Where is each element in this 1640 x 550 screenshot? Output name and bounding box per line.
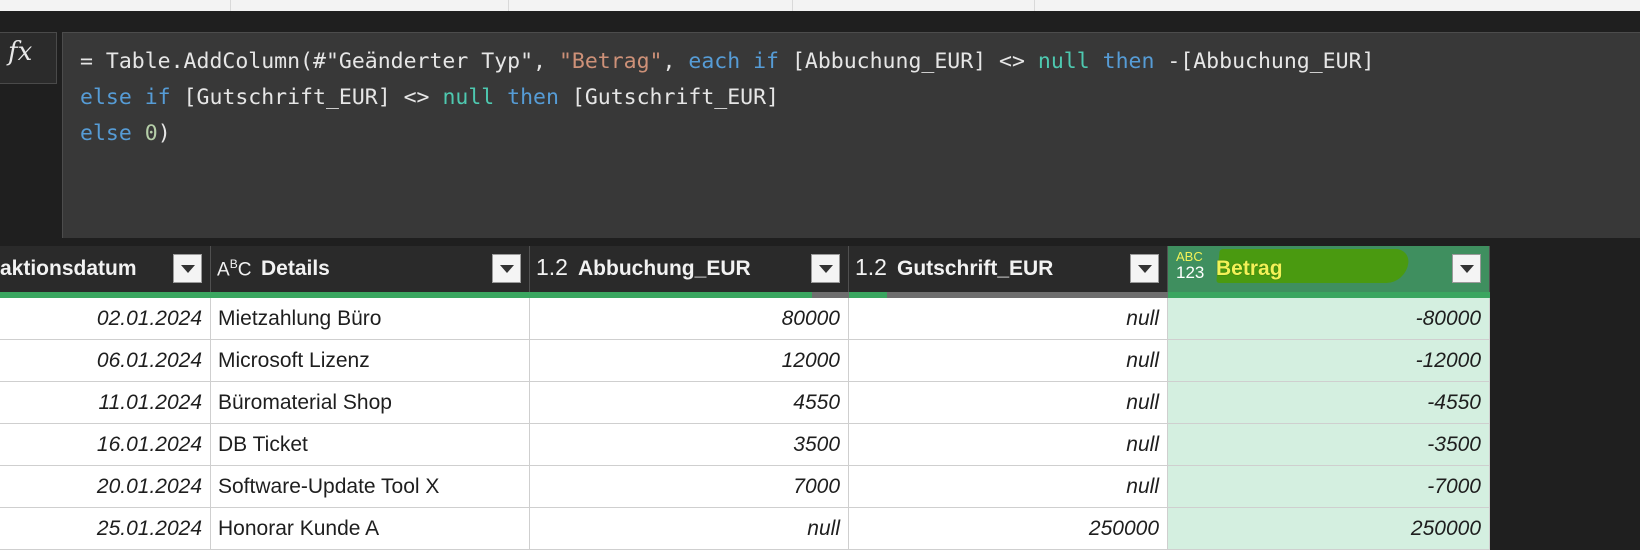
cell-gutschrift[interactable]: null	[849, 382, 1168, 424]
cell-datum[interactable]: 11.01.2024	[0, 382, 211, 424]
cell-details[interactable]: DB Ticket	[211, 424, 530, 466]
any-type-icon: ABC 123	[1176, 249, 1205, 282]
cell-gutschrift[interactable]: null	[849, 466, 1168, 508]
cell-datum[interactable]: 02.01.2024	[0, 298, 211, 340]
cell-betrag[interactable]: -7000	[1168, 466, 1490, 508]
formula-line-2: else if [Gutschrift_EUR] <> null then [G…	[80, 85, 780, 110]
cell-gutschrift[interactable]: null	[849, 424, 1168, 466]
toolbar-separator	[230, 0, 231, 11]
header-row: aktionsdatum ABC Details 1.2 Abbuchung_E…	[0, 246, 1490, 292]
cell-betrag[interactable]: -12000	[1168, 340, 1490, 382]
cell-datum[interactable]: 06.01.2024	[0, 340, 211, 382]
fx-label: fx	[8, 37, 33, 67]
column-title: Details	[261, 257, 330, 280]
cell-betrag[interactable]: -3500	[1168, 424, 1490, 466]
dropdown-arrow-icon[interactable]	[173, 254, 202, 283]
column-title: Abbuchung_EUR	[578, 257, 751, 280]
cell-betrag[interactable]: -80000	[1168, 298, 1490, 340]
cell-details[interactable]: Mietzahlung Büro	[211, 298, 530, 340]
column-title: aktionsdatum	[0, 257, 137, 280]
cell-betrag[interactable]: -4550	[1168, 382, 1490, 424]
column-header-abbuchung[interactable]: 1.2 Abbuchung_EUR	[530, 246, 849, 292]
cell-abbuchung[interactable]: 3500	[530, 424, 849, 466]
fx-icon[interactable]: fx	[0, 32, 57, 84]
dropdown-arrow-icon[interactable]	[1452, 254, 1481, 283]
cell-abbuchung[interactable]: 4550	[530, 382, 849, 424]
formula-line-1: = Table.AddColumn(#"Geänderter Typ", "Be…	[80, 49, 1375, 74]
cell-datum[interactable]: 20.01.2024	[0, 466, 211, 508]
column-title: Betrag	[1216, 257, 1283, 280]
column-header-betrag[interactable]: ABC 123 Betrag	[1168, 246, 1490, 292]
cell-abbuchung[interactable]: 7000	[530, 466, 849, 508]
dropdown-arrow-icon[interactable]	[1130, 254, 1159, 283]
cell-gutschrift[interactable]: null	[849, 340, 1168, 382]
cell-details[interactable]: Microsoft Lizenz	[211, 340, 530, 382]
text-type-icon: ABC	[217, 257, 252, 281]
column-header-transaktionsdatum[interactable]: aktionsdatum	[0, 246, 211, 292]
formula-bar[interactable]: = Table.AddColumn(#"Geänderter Typ", "Be…	[62, 32, 1640, 238]
column-title: Gutschrift_EUR	[897, 257, 1054, 280]
cell-datum[interactable]: 16.01.2024	[0, 424, 211, 466]
top-toolbar-strip	[0, 0, 1640, 11]
cell-details[interactable]: Büromaterial Shop	[211, 382, 530, 424]
toolbar-separator	[508, 0, 509, 11]
column-header-gutschrift[interactable]: 1.2 Gutschrift_EUR	[849, 246, 1168, 292]
dropdown-arrow-icon[interactable]	[492, 254, 521, 283]
cell-abbuchung[interactable]: 12000	[530, 340, 849, 382]
toolbar-separator	[1034, 0, 1035, 11]
cell-details[interactable]: Software-Update Tool X	[211, 466, 530, 508]
cell-gutschrift[interactable]: null	[849, 298, 1168, 340]
cell-abbuchung[interactable]: 80000	[530, 298, 849, 340]
toolbar-separator	[792, 0, 793, 11]
dropdown-arrow-icon[interactable]	[811, 254, 840, 283]
formula-line-3: else 0)	[80, 121, 171, 146]
decimal-type-icon: 1.2	[536, 254, 568, 280]
decimal-type-icon: 1.2	[855, 254, 887, 280]
column-header-details[interactable]: ABC Details	[211, 246, 530, 292]
